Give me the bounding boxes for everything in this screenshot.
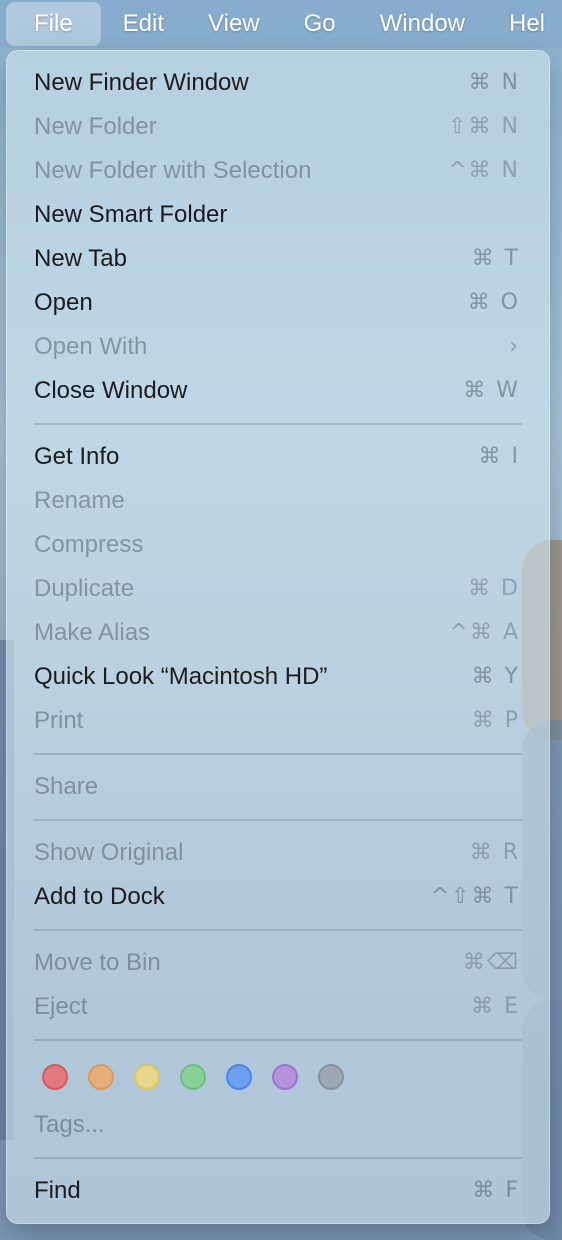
menu-item-add-to-dock[interactable]: Add to Dock ^⇧⌘ T — [6, 875, 550, 919]
menu-item-label: New Tab — [34, 245, 127, 272]
menu-item-get-info[interactable]: Get Info ⌘ I — [6, 435, 550, 479]
menubar-item-help[interactable]: Hel — [487, 0, 562, 48]
chevron-right-icon: › — [509, 334, 520, 359]
menu-separator — [6, 809, 550, 831]
tag-orange-dot[interactable] — [88, 1064, 114, 1090]
file-menu-dropdown: New Finder Window ⌘ N New Folder ⇧⌘ N Ne… — [6, 50, 550, 1224]
menu-separator — [6, 1147, 550, 1169]
menubar-item-file[interactable]: File — [6, 2, 101, 46]
menu-item-new-finder-window[interactable]: New Finder Window ⌘ N — [6, 61, 550, 105]
menu-item-label: Open — [34, 289, 93, 316]
menu-separator — [6, 919, 550, 941]
menu-item-new-tab[interactable]: New Tab ⌘ T — [6, 237, 550, 281]
tag-red-dot[interactable] — [42, 1064, 68, 1090]
menu-item-label: Move to Bin — [34, 949, 161, 976]
menu-item-close-window[interactable]: Close Window ⌘ W — [6, 369, 550, 413]
tag-green-dot[interactable] — [180, 1064, 206, 1090]
menu-item-shortcut: ⌘ O — [467, 290, 520, 315]
menu-item-quick-look[interactable]: Quick Look “Macintosh HD” ⌘ Y — [6, 655, 550, 699]
menu-item-shortcut: ⌘⌫ — [462, 950, 520, 975]
menu-item-shortcut: ^⌘ A — [449, 620, 520, 645]
menu-item-label: New Smart Folder — [34, 201, 228, 228]
tag-blue-dot[interactable] — [226, 1064, 252, 1090]
menu-separator — [6, 1029, 550, 1051]
menu-item-shortcut: ⌘ I — [478, 444, 520, 469]
menu-item-shortcut: ⌘ W — [463, 378, 520, 403]
menu-item-shortcut: ⌘ E — [471, 994, 520, 1019]
menu-item-tags[interactable]: Tags... — [6, 1103, 550, 1147]
menu-item-show-original[interactable]: Show Original ⌘ R — [6, 831, 550, 875]
menu-item-duplicate[interactable]: Duplicate ⌘ D — [6, 567, 550, 611]
menu-item-label: Rename — [34, 487, 125, 514]
menu-item-label: Tags... — [34, 1111, 105, 1138]
menu-item-shortcut: ⌘ P — [471, 708, 520, 733]
menubar-item-view[interactable]: View — [186, 0, 282, 48]
tag-gray-dot[interactable] — [318, 1064, 344, 1090]
menu-bar: File Edit View Go Window Hel — [0, 0, 562, 48]
menu-item-label: Eject — [34, 993, 88, 1020]
menu-item-new-smart-folder[interactable]: New Smart Folder — [6, 193, 550, 237]
menu-item-label: Share — [34, 773, 99, 800]
menu-item-label: Duplicate — [34, 575, 135, 602]
menu-item-label: Show Original — [34, 839, 184, 866]
tag-yellow-dot[interactable] — [134, 1064, 160, 1090]
tag-color-row — [6, 1051, 550, 1103]
menu-item-label: New Finder Window — [34, 69, 249, 96]
menu-item-shortcut: ⌘ T — [471, 246, 520, 271]
menu-item-label: Open With — [34, 333, 148, 360]
menu-item-label: New Folder — [34, 113, 157, 140]
menu-item-label: Make Alias — [34, 619, 151, 646]
menu-item-shortcut: ⌘ Y — [471, 664, 520, 689]
menu-item-make-alias[interactable]: Make Alias ^⌘ A — [6, 611, 550, 655]
menu-item-shortcut: ⌘ N — [468, 70, 520, 95]
menubar-item-edit[interactable]: Edit — [101, 0, 186, 48]
menu-item-rename[interactable]: Rename — [6, 479, 550, 523]
menu-item-shortcut: ⌘ D — [468, 576, 520, 601]
menu-item-compress[interactable]: Compress — [6, 523, 550, 567]
menu-item-eject[interactable]: Eject ⌘ E — [6, 985, 550, 1029]
menu-item-label: Find — [34, 1177, 81, 1204]
menu-separator — [6, 413, 550, 435]
menu-item-find[interactable]: Find ⌘ F — [6, 1169, 550, 1213]
menu-item-shortcut: ⇧⌘ N — [448, 114, 520, 139]
tag-purple-dot[interactable] — [272, 1064, 298, 1090]
menu-item-label: Compress — [34, 531, 144, 558]
menu-item-label: Add to Dock — [34, 883, 165, 910]
menu-item-open-with[interactable]: Open With › — [6, 325, 550, 369]
menu-item-print[interactable]: Print ⌘ P — [6, 699, 550, 743]
menu-item-share[interactable]: Share — [6, 765, 550, 809]
menu-item-open[interactable]: Open ⌘ O — [6, 281, 550, 325]
menu-item-shortcut: ^⌘ N — [448, 158, 520, 183]
menu-item-new-folder[interactable]: New Folder ⇧⌘ N — [6, 105, 550, 149]
menu-item-label: Print — [34, 707, 84, 734]
menu-item-shortcut: ⌘ R — [469, 840, 520, 865]
menu-item-label: Get Info — [34, 443, 120, 470]
menu-separator — [6, 743, 550, 765]
menu-item-move-to-bin[interactable]: Move to Bin ⌘⌫ — [6, 941, 550, 985]
menubar-item-window[interactable]: Window — [358, 0, 487, 48]
menu-item-shortcut: ⌘ F — [472, 1178, 520, 1203]
menu-item-shortcut: ^⇧⌘ T — [430, 884, 520, 909]
menu-item-label: New Folder with Selection — [34, 157, 312, 184]
menu-item-label: Close Window — [34, 377, 188, 404]
menu-item-new-folder-with-selection[interactable]: New Folder with Selection ^⌘ N — [6, 149, 550, 193]
menubar-item-go[interactable]: Go — [282, 0, 358, 48]
menu-item-label: Quick Look “Macintosh HD” — [34, 663, 328, 690]
